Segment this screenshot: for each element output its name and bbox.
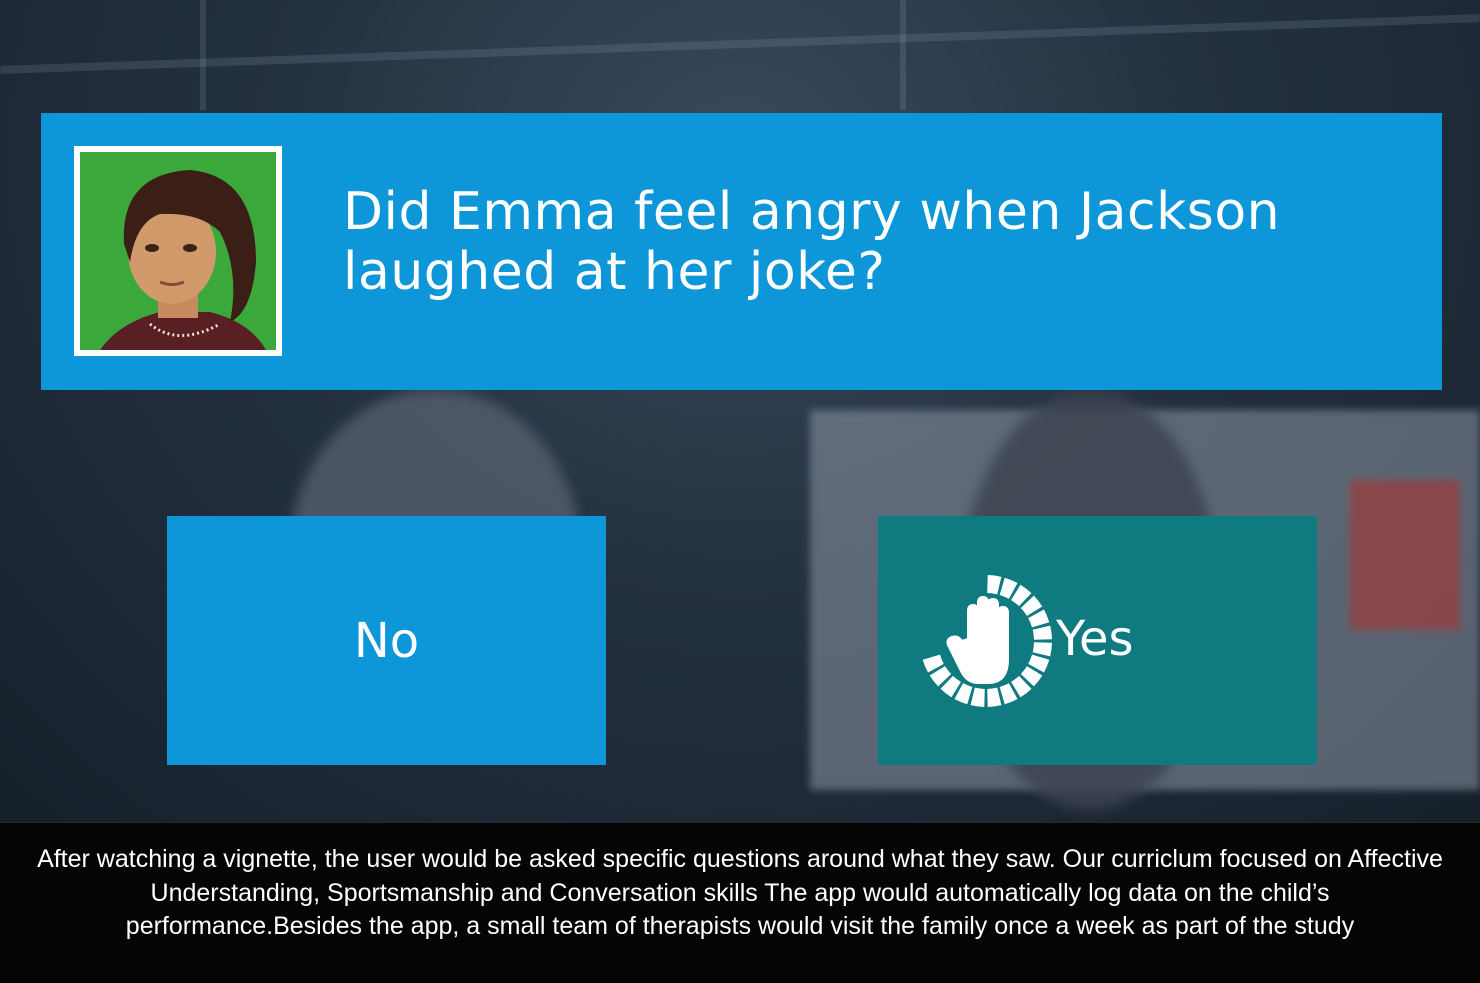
selection-progress-ring xyxy=(922,575,1052,707)
question-text: Did Emma feel angry when Jackson laughed… xyxy=(343,182,1281,302)
ceiling-beam xyxy=(200,0,206,110)
yes-button-label: Yes xyxy=(1056,611,1134,667)
progress-ring-segment xyxy=(1032,642,1052,657)
caption-bar: After watching a vignette, the user woul… xyxy=(0,822,1480,983)
ceiling-beam xyxy=(900,0,906,110)
emma-avatar-icon xyxy=(74,146,282,356)
red-banner xyxy=(1350,480,1460,630)
progress-ring-segment xyxy=(970,687,985,707)
yes-button[interactable]: Yes xyxy=(878,516,1317,765)
progress-ring-segment xyxy=(987,575,1002,595)
no-button-label: No xyxy=(353,612,420,669)
no-button[interactable]: No xyxy=(167,516,606,765)
hand-cursor-icon xyxy=(946,596,1009,684)
caption-text: After watching a vignette, the user woul… xyxy=(37,845,1443,940)
progress-ring-segment xyxy=(1032,625,1052,640)
ceiling-beam xyxy=(0,14,1480,74)
progress-ring-segment xyxy=(987,687,1002,707)
game-scene: Did Emma feel angry when Jackson laughed… xyxy=(0,0,1480,822)
